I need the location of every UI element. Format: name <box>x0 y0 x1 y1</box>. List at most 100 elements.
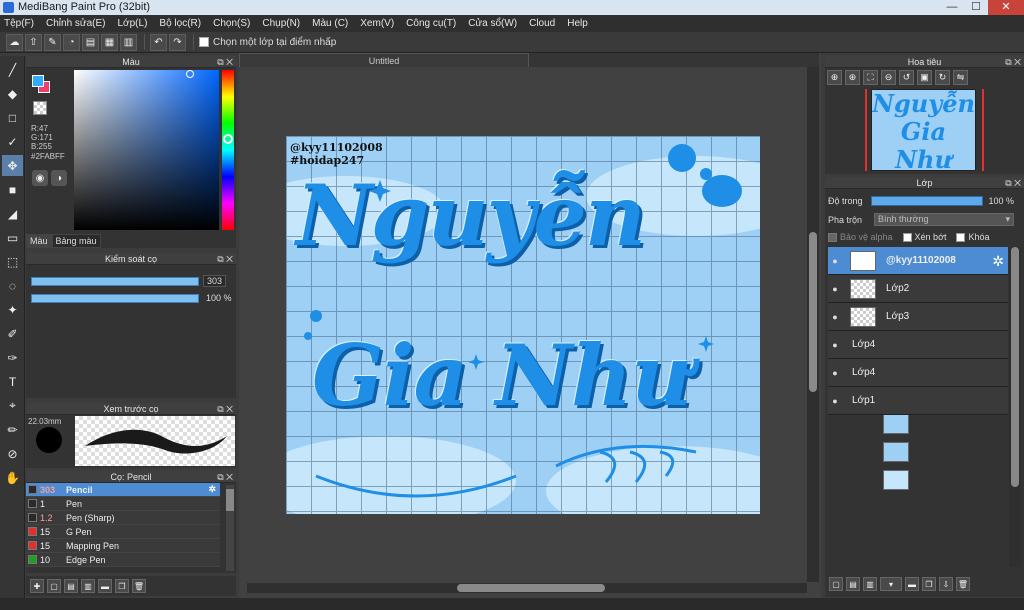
duplicate-layer-icon[interactable]: ❐ <box>922 577 936 591</box>
clipping-option[interactable]: Xén bớt <box>902 232 946 242</box>
sv-cursor[interactable] <box>186 70 194 78</box>
eyedropper-tool-icon[interactable]: ⊘ <box>2 443 23 464</box>
hue-slider[interactable] <box>222 70 234 230</box>
folder-icon[interactable]: ▬ <box>98 579 112 593</box>
layer-item[interactable]: ● @kyy11102008 ✲ <box>828 247 1008 275</box>
visibility-icon[interactable]: ● <box>828 256 842 266</box>
brush-item-pen-sharp[interactable]: 1.2 Pen (Sharp) <box>26 511 220 525</box>
brush-opacity-slider[interactable] <box>31 293 199 303</box>
panel-popout-close-icon[interactable]: ⧉ ✕ <box>217 56 233 68</box>
maximize-button[interactable]: ☐ <box>964 0 988 15</box>
canvas-vertical-scrollbar[interactable] <box>807 67 819 582</box>
saturation-value-picker[interactable] <box>74 70 219 230</box>
menu-select[interactable]: Chọn(S) <box>213 18 250 29</box>
zoom-in-alt-icon[interactable]: ⊕ <box>845 70 860 85</box>
menu-view[interactable]: Xem(V) <box>360 18 394 29</box>
comment-icon[interactable]: ✎ <box>44 33 61 51</box>
rotate-left-icon[interactable]: ↺ <box>899 70 914 85</box>
zoom-out-icon[interactable]: ⊖ <box>881 70 896 85</box>
redo-icon[interactable]: ↷ <box>169 33 186 51</box>
scroll-thumb[interactable] <box>226 489 234 511</box>
zoom-in-icon[interactable]: ⊕ <box>827 70 842 85</box>
visibility-icon[interactable]: ● <box>828 396 842 406</box>
eraser-tool-icon[interactable]: ◆ <box>2 83 23 104</box>
brush-settings-icon[interactable]: ▤ <box>64 579 78 593</box>
divide-tool-icon[interactable]: ✏ <box>2 419 23 440</box>
brush-item-pencil[interactable]: 303 Pencil ✲ <box>26 483 220 497</box>
share-icon[interactable]: ◔ <box>63 33 80 51</box>
import-brush-icon[interactable]: ▥ <box>81 579 95 593</box>
delete-layer-icon[interactable]: 🗑 <box>956 577 970 591</box>
tab-color[interactable]: Màu <box>26 234 52 248</box>
transparent-color-swatch[interactable] <box>33 101 47 115</box>
artwork-canvas[interactable]: @kyy11102008 #hoidap247 Nguyễn Gia Như <box>286 136 760 514</box>
menu-help[interactable]: Help <box>567 18 588 29</box>
layer-item[interactable]: ● Lớp3 <box>828 303 1008 331</box>
menu-color[interactable]: Màu (C) <box>312 18 348 29</box>
brush-size-slider[interactable] <box>31 276 199 286</box>
menu-cloud[interactable]: Cloud <box>529 18 555 29</box>
document-icon[interactable]: ▤ <box>82 33 99 51</box>
visibility-icon[interactable]: ● <box>828 312 842 322</box>
new-8bit-layer-icon[interactable]: ▥ <box>863 577 877 591</box>
blend-mode-select[interactable]: Bình thường ▾ <box>874 213 1015 226</box>
rotate-right-icon[interactable]: ↻ <box>935 70 950 85</box>
layer-opacity-slider[interactable] <box>870 196 983 206</box>
layer-item[interactable]: ● Lớp1 <box>828 387 1008 490</box>
menu-snap[interactable]: Chụp(N) <box>262 18 300 29</box>
lock-checkbox[interactable] <box>956 232 966 242</box>
protect-alpha-checkbox[interactable] <box>828 232 837 242</box>
panel-popout-close-icon[interactable]: ⧉ ✕ <box>217 253 233 265</box>
text-tool-icon[interactable]: T <box>2 371 23 392</box>
layer-item[interactable]: ● Lớp4 <box>828 331 1008 434</box>
folder-icon[interactable]: ▬ <box>905 577 919 591</box>
minimize-button[interactable]: — <box>940 0 964 15</box>
scroll-thumb[interactable] <box>1011 247 1019 487</box>
panel-icon[interactable]: ▥ <box>120 33 137 51</box>
flip-icon[interactable]: ⇋ <box>953 70 968 85</box>
brush-list-scrollbar[interactable] <box>226 485 234 571</box>
gradient-tool-icon[interactable]: ▭ <box>2 227 23 248</box>
lasso-tool-icon[interactable]: ◌ <box>2 275 23 296</box>
canvas-horizontal-scrollbar[interactable] <box>247 583 807 593</box>
menu-edit[interactable]: Chỉnh sửa(E) <box>46 18 106 29</box>
select-tool-icon[interactable]: ⬚ <box>2 251 23 272</box>
undo-icon[interactable]: ↶ <box>150 33 167 51</box>
menu-tools[interactable]: Công cụ(T) <box>406 18 456 29</box>
brush-size-value[interactable]: 303 <box>203 275 227 287</box>
panel-popout-close-icon[interactable]: ⧉ ✕ <box>217 403 233 415</box>
visibility-icon[interactable]: ● <box>828 340 842 350</box>
add-layer-dropdown-icon[interactable]: ▾ <box>880 577 902 591</box>
actual-size-icon[interactable]: ▣ <box>917 70 932 85</box>
palette-icon[interactable]: ◉ <box>32 170 48 186</box>
select-eraser-tool-icon[interactable]: ✑ <box>2 347 23 368</box>
dot-tool-icon[interactable]: ✓ <box>2 131 23 152</box>
delete-icon[interactable]: 🗑 <box>132 579 146 593</box>
add-brush-icon[interactable]: ✚ <box>30 579 44 593</box>
menu-layer[interactable]: Lớp(L) <box>118 18 148 29</box>
fill-rect-tool-icon[interactable]: ■ <box>2 179 23 200</box>
protect-alpha-option[interactable]: Bảo vệ alpha <box>828 232 893 242</box>
visibility-icon[interactable]: ● <box>828 284 842 294</box>
menu-window[interactable]: Cửa sổ(W) <box>468 18 517 29</box>
foreground-color-swatch[interactable] <box>32 75 44 87</box>
grid-icon[interactable]: ▦ <box>101 33 118 51</box>
new-brush-icon[interactable]: ▢ <box>47 579 61 593</box>
magic-wand-tool-icon[interactable]: ✦ <box>2 299 23 320</box>
close-button[interactable]: ✕ <box>988 0 1024 15</box>
scroll-thumb[interactable] <box>809 232 817 392</box>
navigator-thumbnail[interactable]: Nguyễn Gia Như <box>871 89 976 171</box>
merge-down-icon[interactable]: ⇩ <box>939 577 953 591</box>
bucket-tool-icon[interactable]: ◢ <box>2 203 23 224</box>
move-tool-icon[interactable]: ✥ <box>2 155 23 176</box>
visibility-icon[interactable]: ● <box>828 368 842 378</box>
panel-popout-close-icon[interactable]: ⧉ ✕ <box>1005 177 1021 189</box>
gear-icon[interactable]: ✲ <box>208 484 216 495</box>
operation-tool-icon[interactable]: ⌖ <box>2 395 23 416</box>
layer-item[interactable]: ● Lớp2 <box>828 275 1008 303</box>
brush-item-mapping-pen[interactable]: 15 Mapping Pen <box>26 539 220 553</box>
layer-item[interactable]: ● Lớp4 <box>828 359 1008 462</box>
duplicate-icon[interactable]: ❐ <box>115 579 129 593</box>
menu-filter[interactable]: Bộ lọc(R) <box>159 18 201 29</box>
panel-popout-close-icon[interactable]: ⧉ ✕ <box>217 471 233 483</box>
